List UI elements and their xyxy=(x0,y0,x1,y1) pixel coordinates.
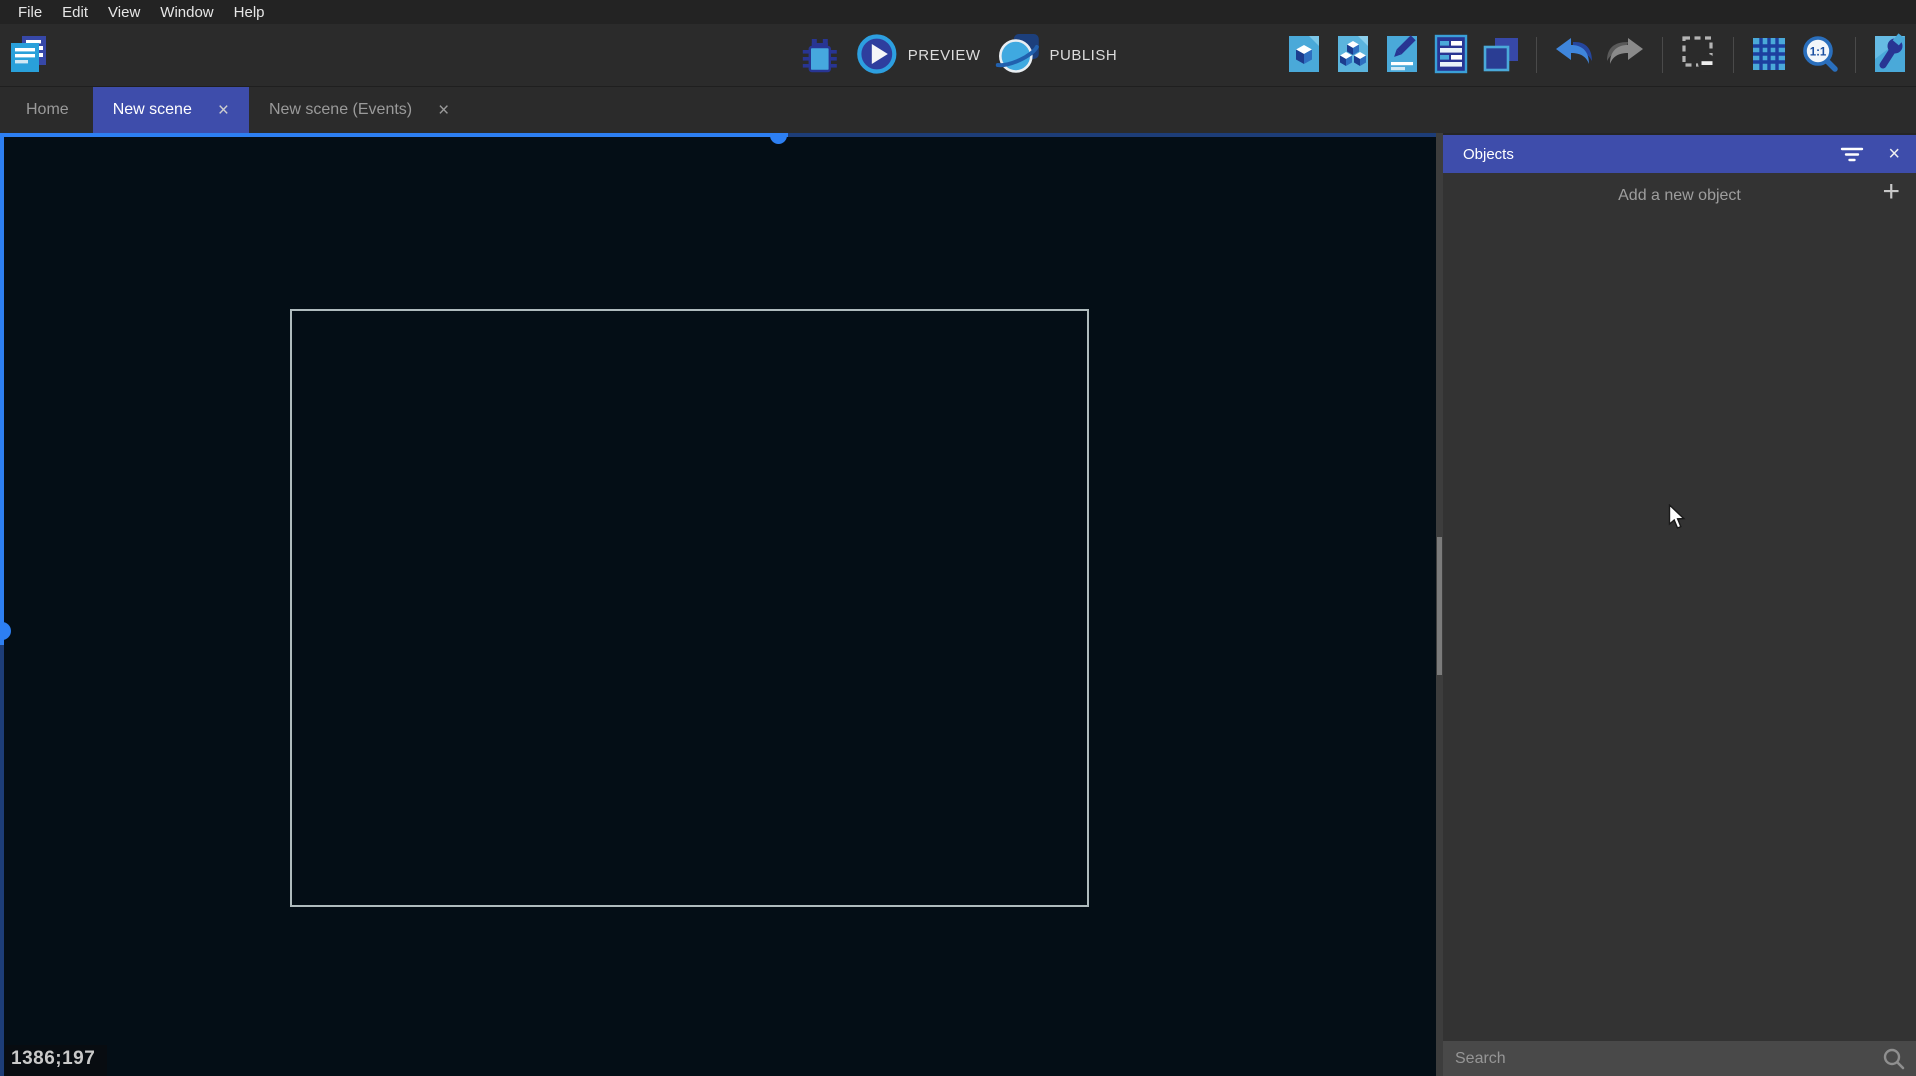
zoom-1-1-button[interactable]: 1:1 xyxy=(1799,33,1841,78)
instances-list-button[interactable] xyxy=(1431,33,1471,78)
redo-button[interactable] xyxy=(1604,35,1648,76)
filter-icon[interactable] xyxy=(1840,145,1864,163)
deselect-selection-icon xyxy=(1677,33,1719,78)
menu-bar: File Edit View Window Help xyxy=(0,0,1916,24)
menu-help[interactable]: Help xyxy=(224,2,275,23)
objects-panel-title: Objects xyxy=(1463,146,1816,163)
canvas-hscrollbar-track[interactable] xyxy=(788,133,1436,137)
properties-pencil-icon xyxy=(1382,33,1422,78)
publish-button[interactable]: PUBLISH xyxy=(994,32,1117,79)
instances-list-icon xyxy=(1431,33,1471,78)
scene-window-border xyxy=(290,309,1089,907)
undo-arrow-icon xyxy=(1551,35,1595,76)
canvas-vscrollbar-thumb[interactable] xyxy=(0,622,11,640)
tab-new-scene[interactable]: New scene × xyxy=(93,87,249,133)
project-manager-icon xyxy=(6,33,50,80)
scene-editor-canvas[interactable]: 1386;197 xyxy=(0,133,1436,1076)
tab-label: New scene xyxy=(113,101,192,119)
menu-file[interactable]: File xyxy=(8,2,52,23)
canvas-vscrollbar-track[interactable] xyxy=(0,645,4,1076)
grid-button[interactable] xyxy=(1748,33,1790,78)
object-groups-icon xyxy=(1333,33,1373,78)
svg-text:1:1: 1:1 xyxy=(1810,46,1827,58)
add-new-object-label: Add a new object xyxy=(1618,187,1741,205)
toolbar-separator xyxy=(1536,37,1537,73)
tab-close-icon[interactable]: × xyxy=(218,101,229,120)
toolbar-options-button[interactable] xyxy=(1870,33,1910,78)
preview-button[interactable]: PREVIEW xyxy=(855,32,981,79)
redo-arrow-icon xyxy=(1604,35,1648,76)
publish-label: PUBLISH xyxy=(1049,47,1117,64)
layers-icon xyxy=(1480,33,1522,78)
menu-window[interactable]: Window xyxy=(150,2,223,23)
debugger-button[interactable] xyxy=(799,32,841,79)
properties-button[interactable] xyxy=(1382,33,1422,78)
tab-home[interactable]: Home xyxy=(2,87,93,133)
zoom-1-1-icon: 1:1 xyxy=(1799,33,1841,78)
tab-new-scene-events[interactable]: New scene (Events) × xyxy=(249,87,469,133)
tab-bar: Home New scene × New scene (Events) × xyxy=(0,86,1916,133)
preview-play-icon xyxy=(855,32,899,79)
splitter-scrollbar-thumb[interactable] xyxy=(1437,537,1442,675)
plus-icon[interactable]: + xyxy=(1882,177,1900,207)
object-groups-button[interactable] xyxy=(1333,33,1373,78)
preview-label: PREVIEW xyxy=(908,47,981,64)
wrench-settings-icon xyxy=(1870,33,1910,78)
canvas-vscrollbar-fill[interactable] xyxy=(0,133,4,645)
canvas-hscrollbar-fill[interactable] xyxy=(0,133,788,137)
panel-splitter[interactable] xyxy=(1436,133,1443,1076)
grid-icon xyxy=(1748,33,1790,78)
toolbar-separator xyxy=(1855,37,1856,73)
toolbar: PREVIEW PUBLISH xyxy=(0,24,1916,86)
cursor-coordinates-label: 1386;197 xyxy=(5,1045,107,1076)
objects-editor-icon xyxy=(1284,33,1324,78)
tab-label: New scene (Events) xyxy=(269,101,412,119)
menu-edit[interactable]: Edit xyxy=(52,2,98,23)
objects-search-bar xyxy=(1443,1041,1916,1076)
project-manager-button[interactable] xyxy=(6,33,50,80)
objects-search-input[interactable] xyxy=(1443,1050,1882,1068)
tab-label: Home xyxy=(26,101,69,119)
objects-editor-button[interactable] xyxy=(1284,33,1324,78)
publish-globe-icon xyxy=(994,32,1040,79)
toolbar-separator xyxy=(1733,37,1734,73)
toolbar-separator xyxy=(1662,37,1663,73)
main-area: 1386;197 Objects × Add a new object + xyxy=(0,133,1916,1076)
objects-panel: Objects × Add a new object + xyxy=(1443,133,1916,1076)
panel-close-icon[interactable]: × xyxy=(1888,144,1900,164)
layers-button[interactable] xyxy=(1480,33,1522,78)
undo-button[interactable] xyxy=(1551,35,1595,76)
search-icon[interactable] xyxy=(1882,1047,1906,1071)
tab-close-icon[interactable]: × xyxy=(438,101,449,120)
deselect-button[interactable] xyxy=(1677,33,1719,78)
objects-panel-header: Objects × xyxy=(1443,135,1916,173)
debugger-bug-icon xyxy=(799,32,841,79)
menu-view[interactable]: View xyxy=(98,2,150,23)
add-new-object-button[interactable]: Add a new object + xyxy=(1443,173,1916,219)
canvas-hscrollbar-thumb[interactable] xyxy=(770,133,787,144)
